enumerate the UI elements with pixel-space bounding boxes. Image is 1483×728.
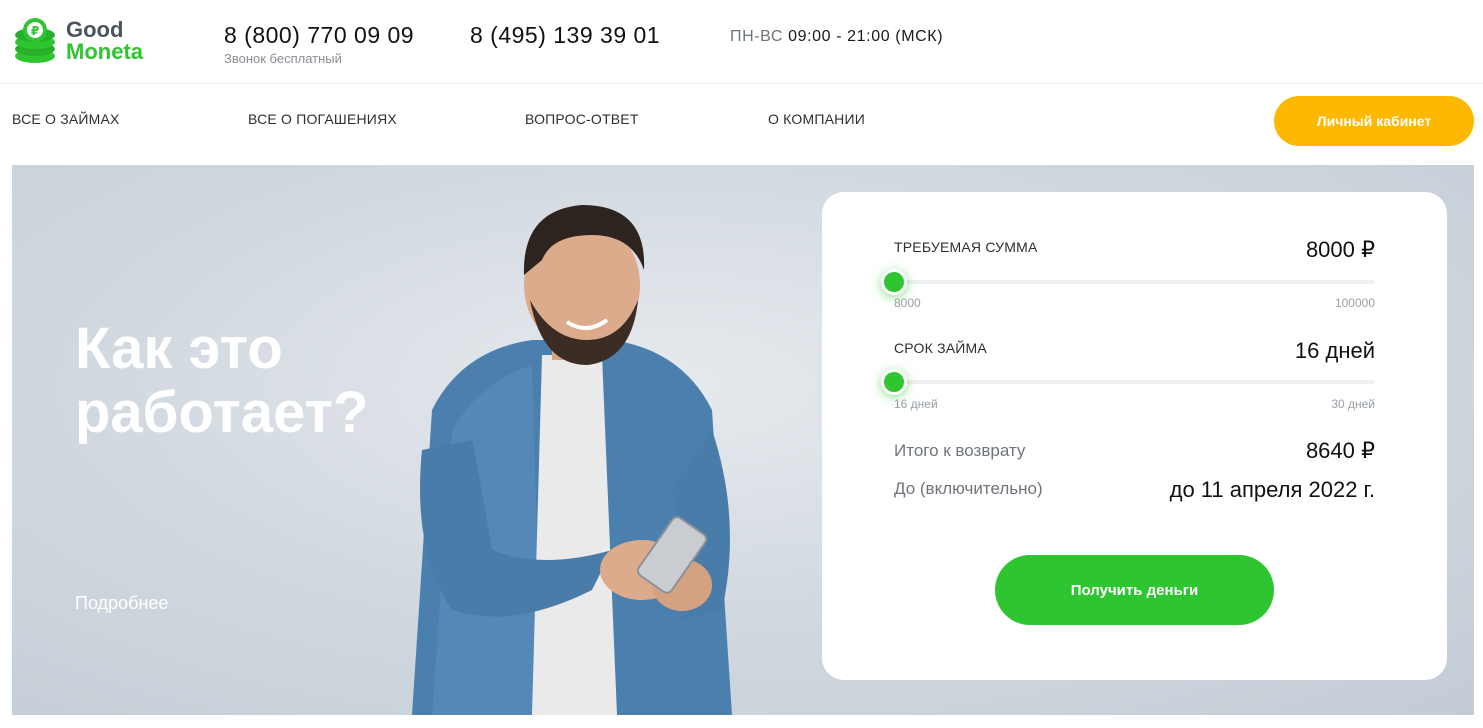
nav-about[interactable]: О КОМПАНИИ (768, 111, 865, 127)
loan-calculator: ТРЕБУЕМАЯ СУММА 8000 ₽ 8000 100000 СРОК … (822, 192, 1447, 680)
amount-min: 8000 (894, 296, 921, 310)
total-value: 8640 ₽ (1305, 438, 1375, 463)
hero-title: Как это работает? (75, 317, 368, 445)
get-money-button[interactable]: Получить деньги (995, 555, 1274, 625)
amount-max: 100000 (1334, 296, 1375, 310)
logo-line1: Good (66, 17, 124, 42)
logo-line2: Moneta (66, 39, 143, 64)
phone-free[interactable]: 8 (800) 770 09 09 (224, 22, 414, 49)
working-days: ПН-ВС (730, 28, 784, 45)
amount-value: 8000 ₽ (1305, 237, 1375, 262)
total-row: Итого к возврату 8640 ₽ (894, 438, 1375, 468)
term-row: СРОК ЗАЙМА 16 дней 16 дней 30 дней (881, 338, 1375, 418)
amount-slider-track[interactable] (894, 280, 1375, 284)
svg-text:₽: ₽ (31, 24, 39, 38)
hero-title-line2: работает? (75, 380, 369, 445)
until-label: До (включительно) (894, 479, 1043, 498)
total-label: Итого к возврату (894, 441, 1026, 460)
term-value: 16 дней (1294, 338, 1375, 363)
term-slider-thumb[interactable] (881, 369, 907, 395)
amount-slider-thumb[interactable] (881, 269, 907, 295)
site-header: ₽ Good Moneta 8 (800) 770 09 09 Звонок б… (0, 0, 1483, 84)
nav-faq[interactable]: ВОПРОС-ОТВЕТ (525, 111, 639, 127)
working-hours: ПН-ВС 09:00 - 21:00 (МСК) (730, 28, 943, 46)
coins-logo-icon: ₽ (15, 18, 55, 63)
hero-title-line1: Как это (75, 316, 283, 381)
term-label: СРОК ЗАЙМА (894, 340, 987, 356)
nav-repayments[interactable]: ВСЕ О ПОГАШЕНИЯХ (248, 111, 397, 127)
until-row: До (включительно) до 11 апреля 2022 г. (894, 477, 1375, 507)
main-nav: ВСЕ О ЗАЙМАХ ВСЕ О ПОГАШЕНИЯХ ВОПРОС-ОТВ… (0, 84, 1483, 164)
amount-label: ТРЕБУЕМАЯ СУММА (894, 239, 1038, 255)
logo-text: Good Moneta (66, 19, 143, 63)
term-min: 16 дней (894, 397, 938, 411)
personal-account-button[interactable]: Личный кабинет (1274, 96, 1474, 146)
hero-banner: Как это работает? Подробнее ТРЕБУЕМАЯ СУ… (12, 165, 1474, 715)
working-time: 09:00 - 21:00 (МСК) (788, 28, 944, 45)
phone-free-note: Звонок бесплатный (224, 51, 342, 66)
nav-loans[interactable]: ВСЕ О ЗАЙМАХ (12, 111, 120, 127)
more-link[interactable]: Подробнее (75, 593, 168, 614)
phone-moscow[interactable]: 8 (495) 139 39 01 (470, 22, 660, 49)
term-slider-track[interactable] (894, 380, 1375, 384)
term-max: 30 дней (1331, 397, 1375, 411)
man-with-phone-image (412, 205, 732, 715)
amount-row: ТРЕБУЕМАЯ СУММА 8000 ₽ 8000 100000 (881, 237, 1375, 317)
until-value: до 11 апреля 2022 г. (1169, 477, 1375, 502)
logo[interactable]: ₽ Good Moneta (12, 14, 172, 68)
